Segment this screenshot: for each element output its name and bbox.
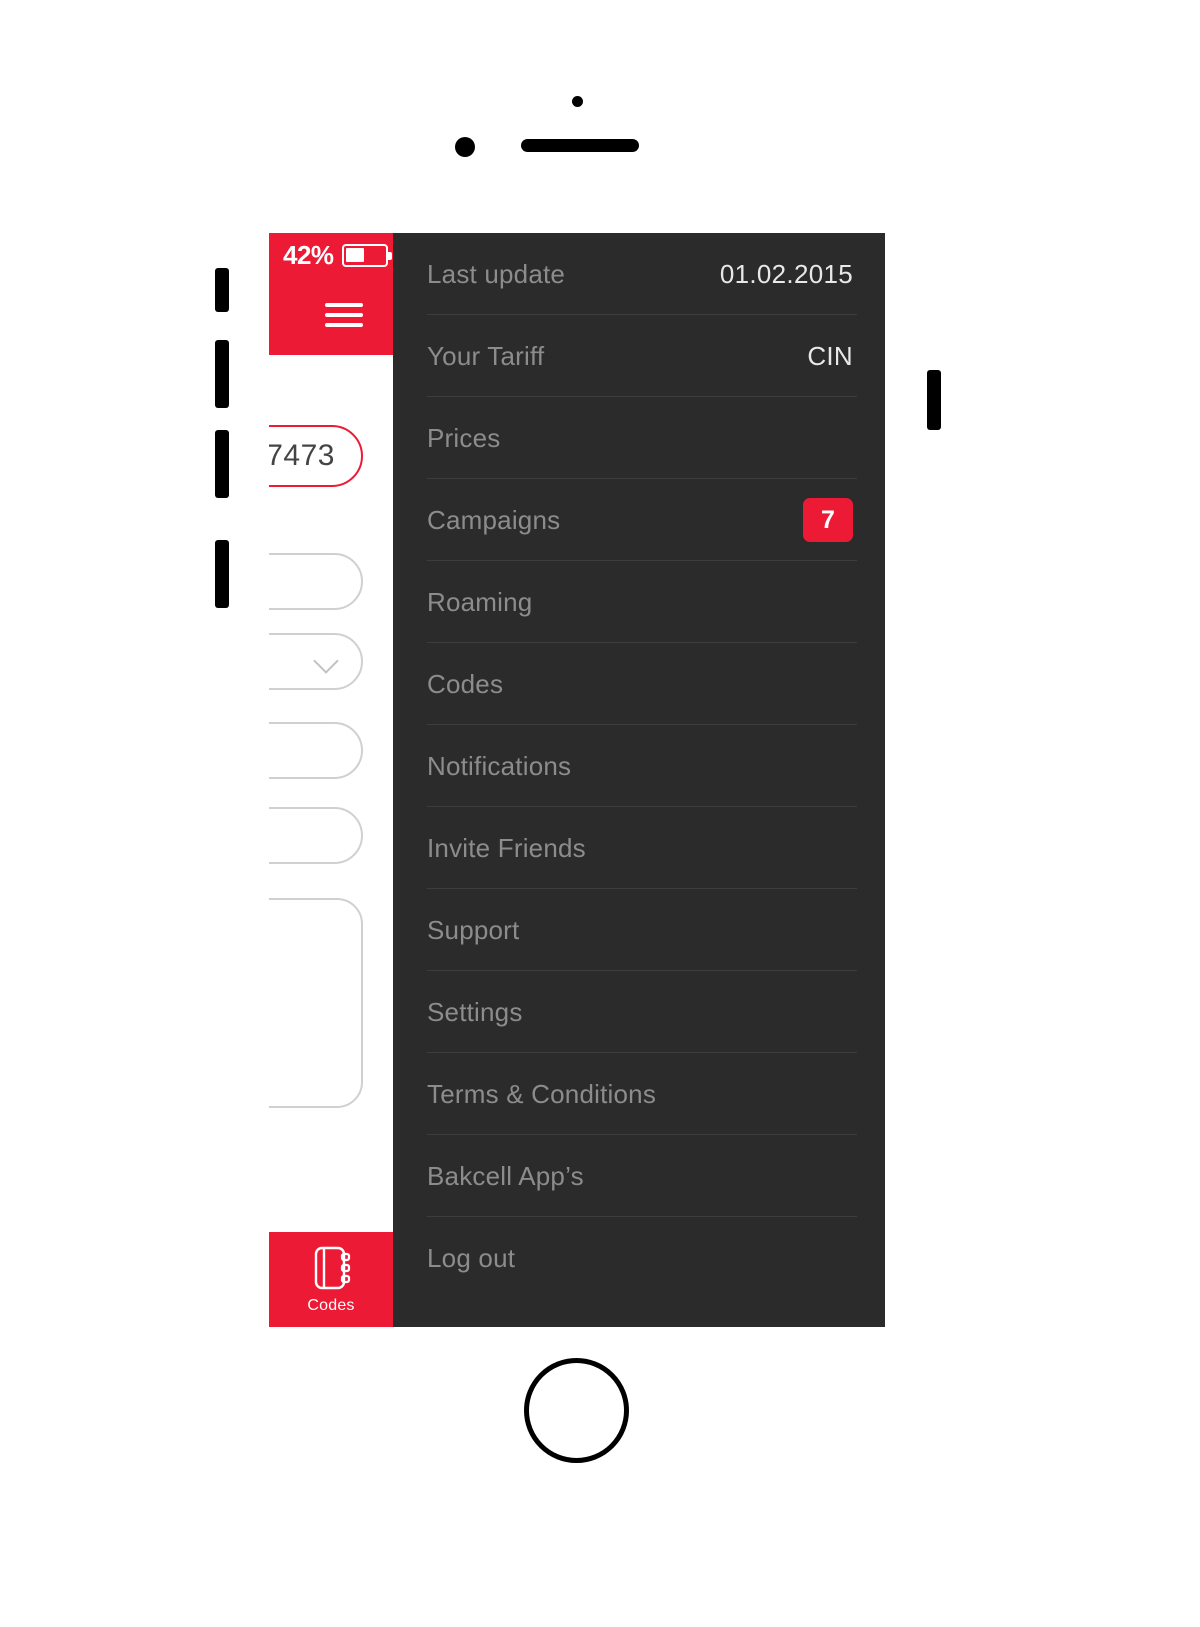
home-button[interactable] (524, 1358, 629, 1463)
form-field-2-select[interactable] (269, 633, 363, 690)
tab-codes[interactable]: Codes (269, 1232, 393, 1327)
drawer-item-value: 01.02.2015 (719, 258, 853, 289)
drawer-item-label: Notifications (427, 750, 572, 781)
navigation-drawer: Last update 01.02.2015 Your Tariff CIN Price… (393, 233, 885, 1327)
drawer-item-badge: 7 (803, 498, 853, 542)
form-field-3[interactable] (269, 722, 363, 779)
notebook-icon (314, 1246, 351, 1289)
battery-indicator: 42% (283, 240, 392, 270)
battery-percent-label: 42% (283, 240, 334, 270)
drawer-item-value: CIN (807, 340, 853, 371)
chevron-down-icon (313, 647, 339, 674)
tab-codes-label: Codes (307, 1296, 355, 1314)
drawer-item-label: Log out (427, 1242, 516, 1273)
phone-number-field[interactable]: 7473 (269, 425, 363, 487)
drawer-item-bakcell-app-s[interactable]: Bakcell App’s (393, 1135, 885, 1217)
drawer-item-label: Codes (427, 668, 504, 699)
front-camera-icon (455, 137, 475, 157)
drawer-item-label: Campaigns (427, 504, 561, 535)
drawer-item-prices[interactable]: Prices (393, 397, 885, 479)
drawer-item-label: Invite Friends (427, 832, 586, 863)
silent-switch-button[interactable] (215, 268, 229, 312)
drawer-item-label: Roaming (427, 586, 533, 617)
hamburger-bar (325, 313, 363, 317)
battery-icon (341, 243, 392, 267)
drawer-item-label: Last update (427, 258, 566, 289)
drawer-item-terms-conditions[interactable]: Terms & Conditions (393, 1053, 885, 1135)
drawer-item-invite-friends[interactable]: Invite Friends (393, 807, 885, 889)
proximity-sensor-icon (572, 96, 583, 107)
earpiece-speaker (521, 139, 639, 152)
volume-down-button[interactable] (215, 430, 229, 498)
status-bar: 42% (269, 233, 393, 355)
drawer-item-label: Your Tariff (427, 340, 545, 371)
drawer-menu-list: Last update 01.02.2015 Your Tariff CIN Price… (393, 233, 885, 1299)
phone-screen: 42% 7473 Codes Last update 01.02.2015 Yo… (269, 233, 885, 1327)
hamburger-menu-icon[interactable] (325, 303, 363, 329)
hamburger-bar (325, 323, 363, 327)
drawer-item-settings[interactable]: Settings (393, 971, 885, 1053)
drawer-item-label: Prices (427, 422, 501, 453)
drawer-item-label: Bakcell App’s (427, 1160, 584, 1191)
form-textarea[interactable] (269, 898, 363, 1108)
hamburger-bar (325, 303, 363, 307)
form-field-4[interactable] (269, 807, 363, 864)
drawer-item-notifications[interactable]: Notifications (393, 725, 885, 807)
drawer-item-label: Settings (427, 996, 523, 1027)
drawer-item-your-tariff[interactable]: Your Tariff CIN (393, 315, 885, 397)
side-button-lower[interactable] (215, 540, 229, 608)
app-content-underlay: 42% 7473 Codes (269, 233, 393, 1327)
volume-up-button[interactable] (215, 340, 229, 408)
drawer-item-label: Terms & Conditions (427, 1078, 657, 1109)
phone-number-value: 7473 (269, 439, 335, 472)
drawer-item-support[interactable]: Support (393, 889, 885, 971)
drawer-item-log-out[interactable]: Log out (393, 1217, 885, 1299)
drawer-item-last-update[interactable]: Last update 01.02.2015 (393, 233, 885, 315)
power-button[interactable] (927, 370, 941, 430)
drawer-item-roaming[interactable]: Roaming (393, 561, 885, 643)
drawer-item-label: Support (427, 914, 520, 945)
drawer-item-campaigns[interactable]: Campaigns 7 (393, 479, 885, 561)
battery-fill (346, 248, 364, 262)
form-field-1[interactable] (269, 553, 363, 610)
drawer-item-codes[interactable]: Codes (393, 643, 885, 725)
